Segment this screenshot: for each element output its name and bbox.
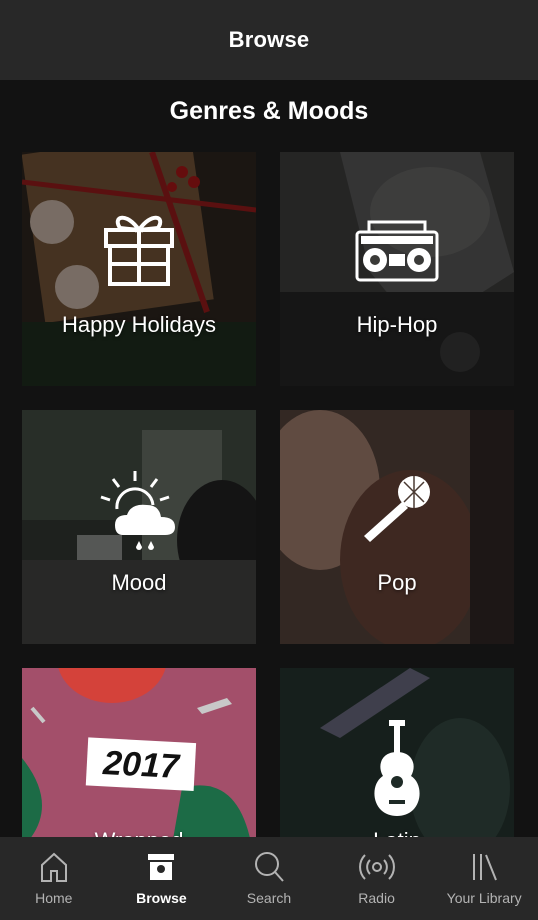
genre-tile-hip-hop[interactable]: Hip-Hop bbox=[280, 152, 514, 386]
nav-label: Search bbox=[246, 890, 292, 906]
nav-item-your-library[interactable]: Your Library bbox=[430, 837, 538, 920]
nav-item-browse[interactable]: Browse bbox=[108, 837, 216, 920]
microphone-icon bbox=[364, 476, 430, 542]
nav-label: Browse bbox=[136, 890, 187, 906]
tile-label: Pop bbox=[377, 570, 417, 595]
top-bar: Browse bbox=[0, 0, 538, 80]
nav-label: Home bbox=[35, 890, 73, 906]
tile-label: Happy Holidays bbox=[61, 312, 217, 337]
section-title: Genres & Moods bbox=[169, 97, 369, 125]
radio-icon bbox=[358, 854, 395, 880]
home-icon bbox=[40, 852, 67, 882]
genre-tile-wrapped[interactable]: 2017 Wrapped bbox=[22, 668, 256, 837]
year-badge: 2017 bbox=[102, 744, 180, 786]
browse-content[interactable]: Genres & Moods Happy Holidays Hip-Hop Mo… bbox=[0, 80, 538, 837]
tile-label: Mood bbox=[111, 570, 167, 595]
genre-tile-happy-holidays[interactable]: Happy Holidays bbox=[22, 152, 256, 386]
tile-label: Wrapped bbox=[22, 828, 256, 837]
genre-tile-mood[interactable]: Mood bbox=[22, 410, 256, 644]
guitar-icon bbox=[374, 720, 420, 816]
nav-label: Your Library bbox=[446, 890, 522, 906]
library-icon bbox=[473, 854, 498, 881]
tile-label: Hip-Hop bbox=[356, 312, 438, 337]
tile-label: Latin bbox=[280, 828, 514, 837]
browse-icon bbox=[148, 854, 175, 880]
genre-tile-pop[interactable]: Pop bbox=[280, 410, 514, 644]
nav-label: Radio bbox=[358, 890, 395, 906]
gift-icon bbox=[104, 215, 174, 286]
search-icon bbox=[254, 852, 284, 882]
nav-item-search[interactable]: Search bbox=[215, 837, 323, 920]
nav-item-home[interactable]: Home bbox=[0, 837, 108, 920]
page-title: Browse bbox=[228, 27, 310, 52]
boombox-icon bbox=[355, 220, 439, 282]
weather-icon bbox=[100, 471, 175, 550]
genre-tile-latin[interactable]: Latin bbox=[280, 668, 514, 837]
nav-item-radio[interactable]: Radio bbox=[323, 837, 431, 920]
bottom-nav: Home Browse Search Radio Your Library bbox=[0, 837, 538, 920]
